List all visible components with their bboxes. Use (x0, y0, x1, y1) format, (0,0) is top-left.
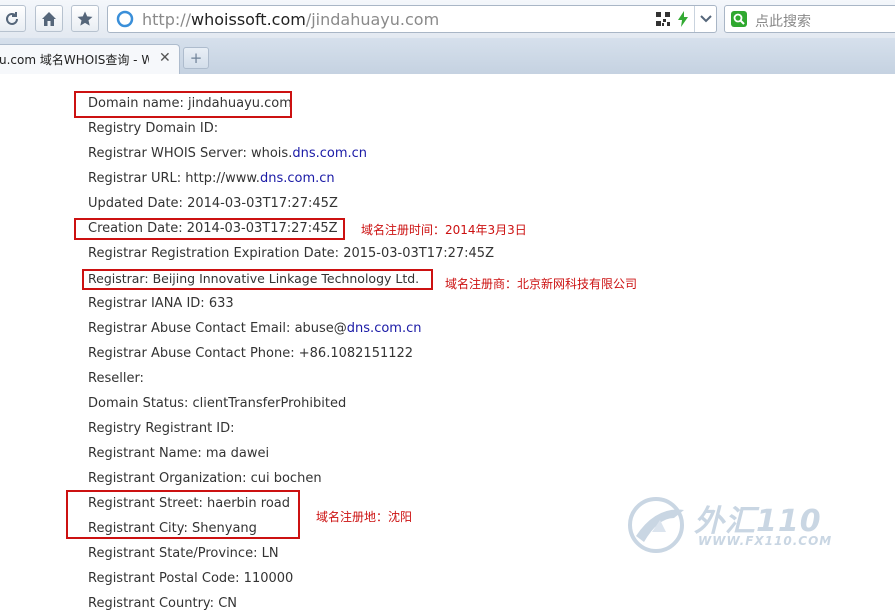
whois-line-registrant-postal-code: Registrant Postal Code: 110000 (88, 571, 294, 586)
watermark-url: WWW.FX110.COM (698, 534, 833, 548)
url-host: whoissoft.com (191, 10, 306, 29)
dns-link[interactable]: dns.com.cn (347, 321, 422, 336)
close-icon[interactable]: ✕ (159, 50, 171, 66)
whois-line-abuse-email: Registrar Abuse Contact Email: abuse@dns… (88, 321, 422, 336)
whois-line-registrar-url: Registrar URL: http://www.dns.com.cn (88, 171, 335, 186)
site-icon (116, 10, 134, 28)
dns-link[interactable]: dns.com.cn (260, 171, 335, 186)
highlight-registrar (82, 269, 433, 290)
whois-line-registrant-organization: Registrant Organization: cui bochen (88, 471, 322, 486)
annotation-creation-date: 域名注册时间：2014年3月3日 (361, 223, 527, 237)
tab-title: u.com 域名WHOIS查询 - WI (0, 53, 149, 67)
highlight-registrant-location (66, 490, 300, 539)
home-button[interactable] (35, 5, 63, 32)
watermark: 外汇110 WWW.FX110.COM (626, 496, 836, 576)
dns-link[interactable]: dns.com.cn (292, 146, 367, 161)
whois-line-registrant-state: Registrant State/Province: LN (88, 546, 279, 561)
page-content: Domain name: jindahuayu.com Registry Dom… (0, 74, 895, 614)
search-placeholder: 点此搜索 (755, 14, 811, 30)
star-icon (77, 11, 93, 26)
watermark-logo-icon (628, 497, 684, 553)
highlight-domain-name (74, 91, 292, 118)
whois-line-registrant-country: Registrant Country: CN (88, 596, 237, 611)
whois-line-registrar-iana-id: Registrar IANA ID: 633 (88, 296, 234, 311)
refresh-icon (6, 11, 18, 25)
tab-bar: u.com 域名WHOIS查询 - WI ✕ + (0, 38, 895, 75)
highlight-creation-date (74, 218, 345, 240)
whois-line-reseller: Reseller: (88, 371, 144, 386)
whois-line-registrant-name: Registrant Name: ma dawei (88, 446, 270, 461)
home-icon (42, 11, 56, 26)
tab-whois[interactable]: u.com 域名WHOIS查询 - WI ✕ (0, 44, 180, 74)
whois-line-registry-domain-id: Registry Domain ID: (88, 121, 219, 136)
whois-line-registrar-whois-server: Registrar WHOIS Server: whois.dns.com.cn (88, 146, 368, 161)
url-scheme: http:// (142, 10, 192, 29)
new-tab-button[interactable]: + (183, 47, 209, 69)
url-path: /jindahuayu.com (305, 10, 440, 29)
search-icon[interactable] (731, 11, 747, 27)
browser-toolbar: http://whoissoft.com/jindahuayu.com 点此搜索 (0, 0, 895, 39)
address-bar[interactable]: http://whoissoft.com/jindahuayu.com (107, 5, 717, 33)
url-text[interactable]: http://whoissoft.com/jindahuayu.com (142, 10, 439, 29)
url-divider (694, 6, 695, 32)
whois-line-domain-status: Domain Status: clientTransferProhibited (88, 396, 347, 411)
qr-code-icon[interactable] (656, 12, 670, 26)
annotation-registrar: 域名注册商：北京新网科技有限公司 (445, 277, 638, 291)
whois-line-abuse-phone: Registrar Abuse Contact Phone: +86.10821… (88, 346, 414, 361)
refresh-button[interactable] (0, 5, 26, 32)
whois-line-registry-registrant-id: Registry Registrant ID: (88, 421, 235, 436)
whois-line-expiration-date: Registrar Registration Expiration Date: … (88, 246, 494, 261)
whois-line-updated-date: Updated Date: 2014-03-03T17:27:45Z (88, 196, 338, 211)
search-box[interactable]: 点此搜索 (724, 5, 895, 33)
bookmark-button[interactable] (71, 5, 99, 32)
lightning-icon[interactable] (677, 11, 689, 27)
chevron-down-icon[interactable] (700, 14, 712, 24)
annotation-location: 域名注册地：沈阳 (316, 510, 413, 524)
